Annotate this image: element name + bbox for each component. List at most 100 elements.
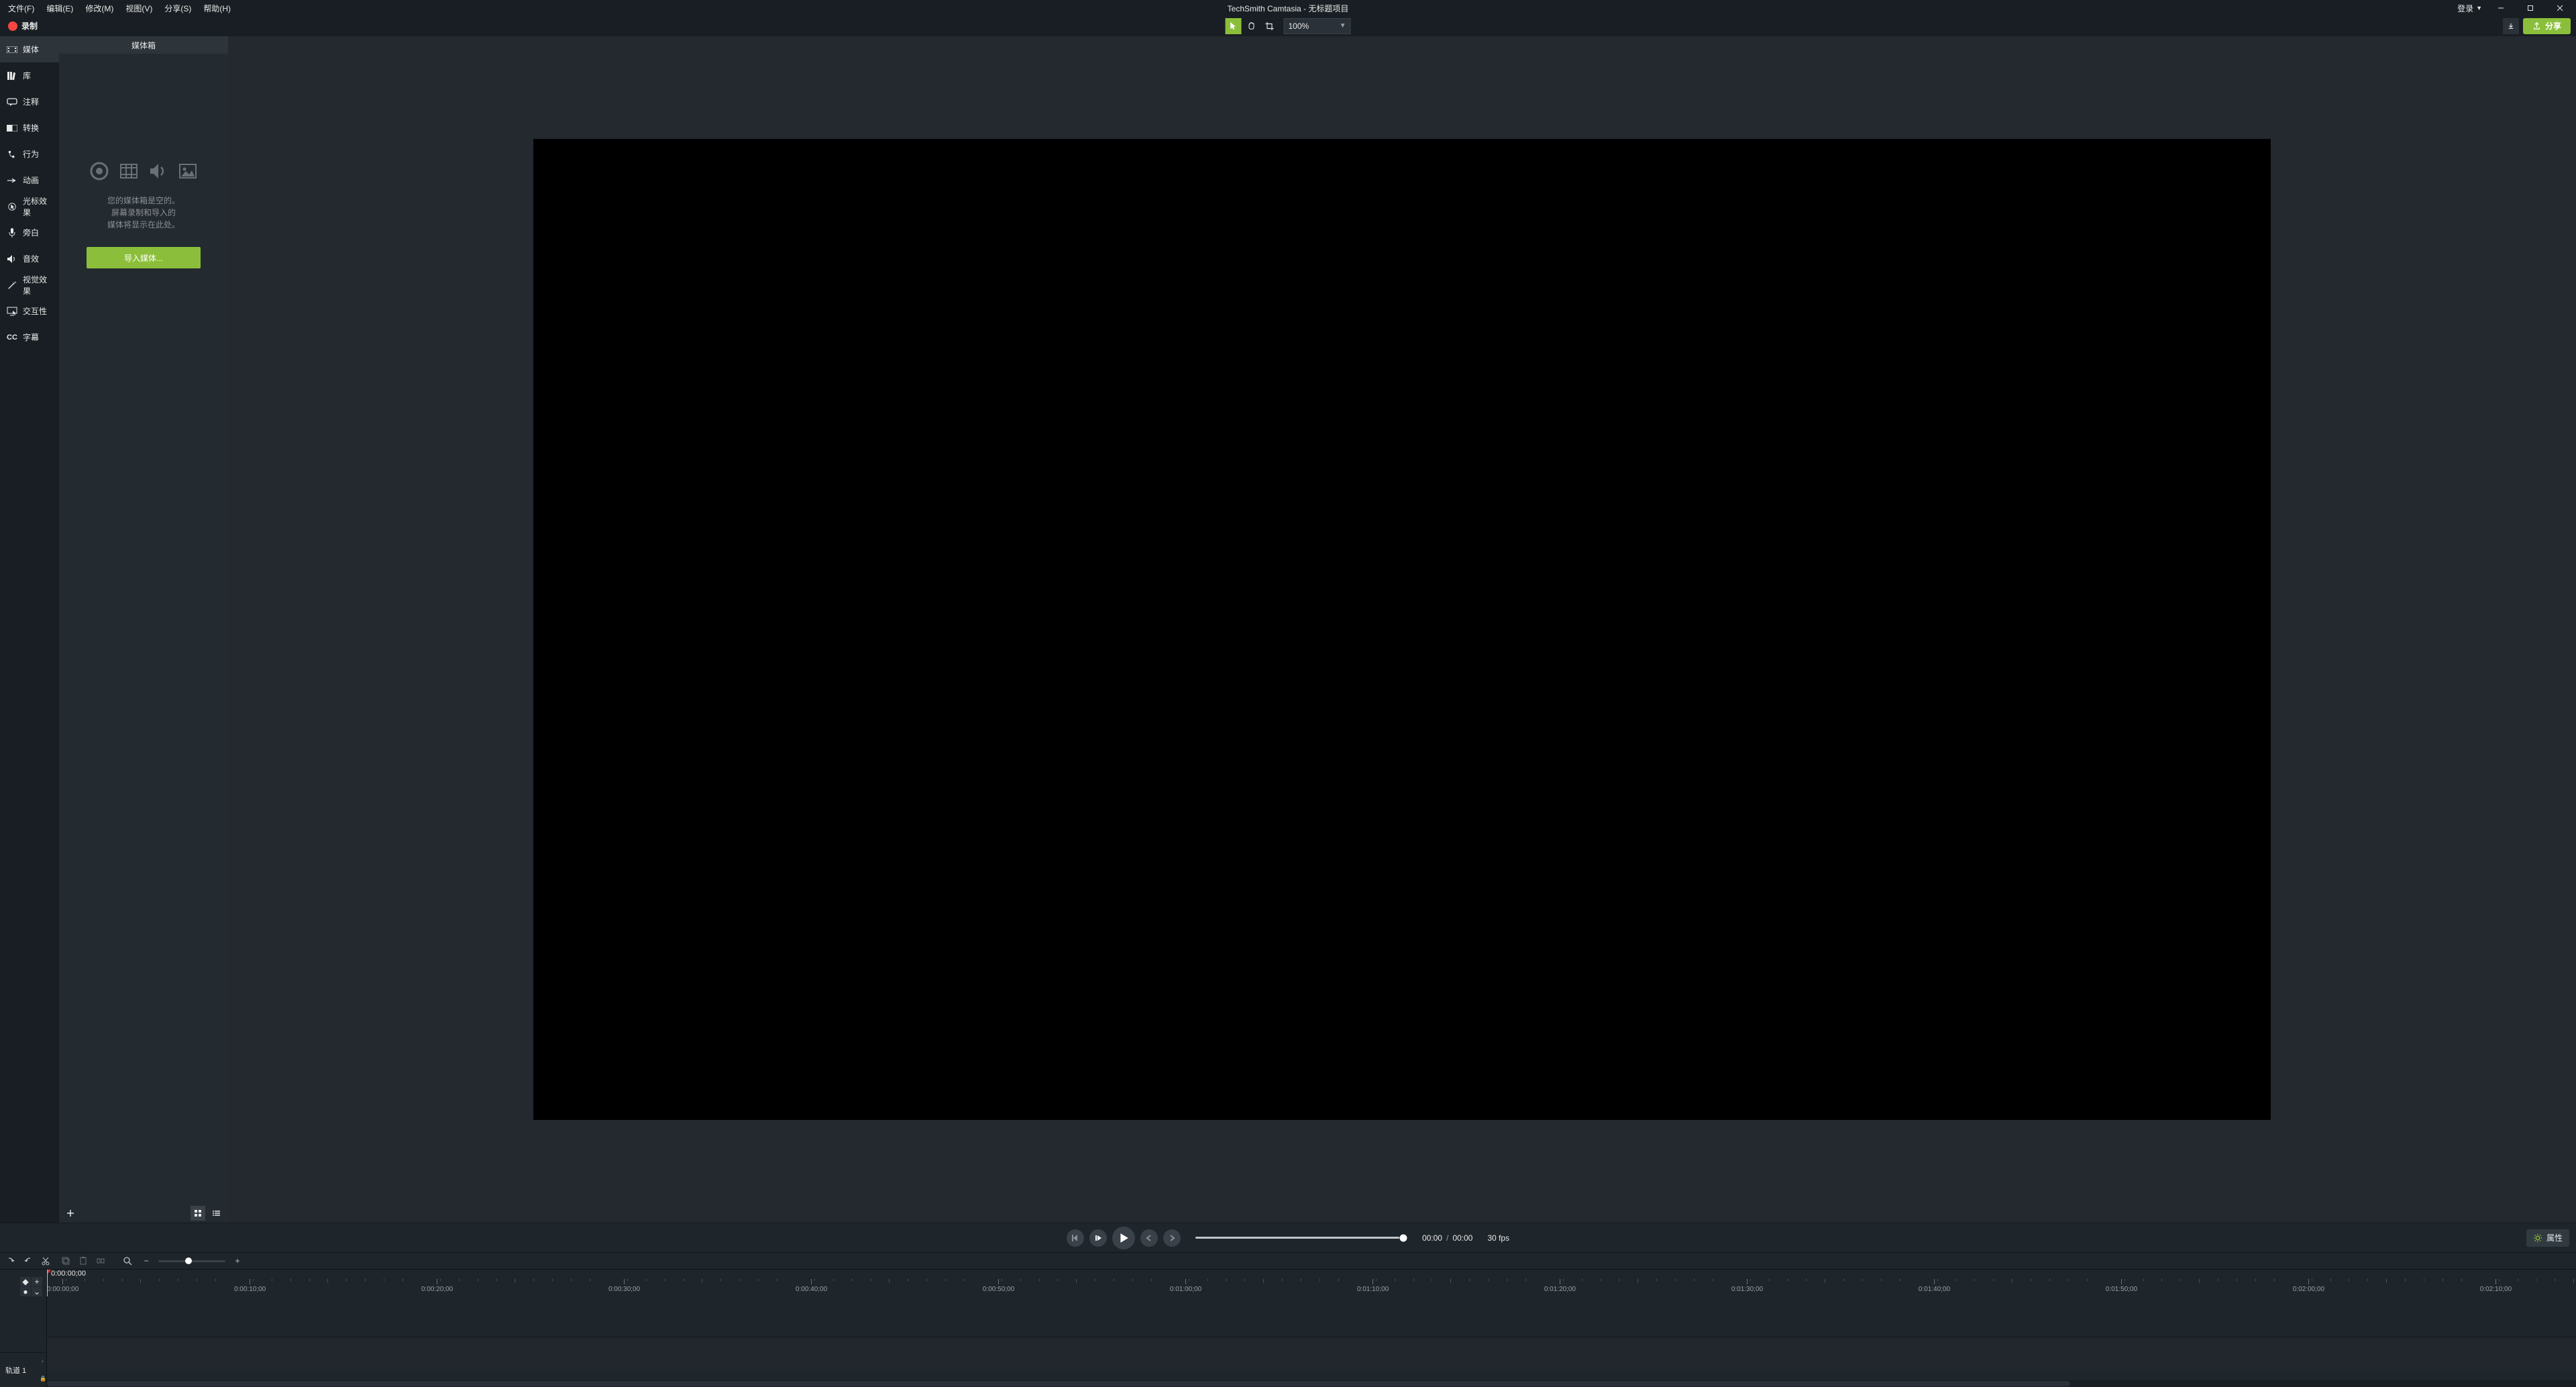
track-row[interactable]	[47, 1337, 2576, 1372]
interactivity-icon	[7, 306, 17, 317]
sidetab-label: 行为	[23, 148, 39, 160]
canvas-tool-pan[interactable]	[1244, 18, 1260, 34]
chevron-down-icon: ▼	[1340, 22, 1346, 30]
window-minimize-button[interactable]	[2490, 1, 2512, 15]
timeline-tick-label: 0:02:10;00	[2480, 1286, 2512, 1293]
timeline-tracks-area[interactable]: 0:00:00;00 0:00:00;000:00:10;000:00:20;0…	[47, 1270, 2576, 1387]
timeline-zoom-slider[interactable]	[158, 1260, 225, 1262]
menu-modify[interactable]: 修改(M)	[83, 1, 116, 15]
playhead-time: 0:00:00;00	[51, 1270, 86, 1278]
playback-fps: 30 fps	[1487, 1233, 1509, 1243]
gear-icon	[2533, 1233, 2542, 1243]
timeline-zoom-knob[interactable]	[185, 1257, 192, 1264]
timeline-hscrollbar[interactable]	[47, 1380, 2576, 1387]
timeline-split-button[interactable]	[94, 1254, 107, 1268]
image-icon	[178, 161, 198, 181]
sidetab-label: 库	[23, 70, 31, 81]
sidetab-interactivity[interactable]: 交互性	[0, 298, 59, 324]
window-close-button[interactable]	[2549, 1, 2571, 15]
timeline-collapse-button[interactable]: ⌄	[32, 1287, 42, 1296]
timeline-tick: 0:00:40;00	[796, 1279, 827, 1296]
timeline-zoom-in-button[interactable]: +	[231, 1254, 244, 1268]
canvas-zoom-value: 100%	[1289, 21, 1309, 31]
menu-help[interactable]: 帮助(H)	[201, 1, 233, 15]
share-button[interactable]: 分享	[2523, 18, 2571, 34]
playback-timecode: 00:00 / 00:00 30 fps	[1422, 1233, 1509, 1243]
timeline-tick: 0:00:20;00	[421, 1279, 453, 1296]
top-toolbar: 录制 100% ▼ 分享	[0, 16, 2576, 36]
playback-slider[interactable]	[1195, 1237, 1403, 1239]
canvas-zoom-select[interactable]: 100% ▼	[1284, 18, 1351, 34]
signin-dropdown[interactable]: 登录 ▼	[2457, 3, 2482, 14]
timeline-copy-button[interactable]	[59, 1254, 72, 1268]
timeline-tick: 0:00:30;00	[608, 1279, 640, 1296]
media-view-list-button[interactable]	[209, 1206, 224, 1221]
app-title: TechSmith Camtasia - 无标题项目	[1228, 3, 1349, 14]
record-icon	[8, 21, 17, 31]
timeline-tick: 0:01:10;00	[1357, 1279, 1389, 1296]
timeline-paste-button[interactable]	[76, 1254, 90, 1268]
track-visibility-icon[interactable]: ◐	[42, 1358, 45, 1364]
playback-play-button[interactable]	[1112, 1227, 1135, 1249]
sidetab-transitions[interactable]: 转换	[0, 115, 59, 141]
canvas-options-button[interactable]	[2503, 18, 2519, 34]
sidetab-visual-effects[interactable]: 视觉效果	[0, 272, 59, 298]
menu-file[interactable]: 文件(F)	[5, 1, 37, 15]
timeline-cut-button[interactable]	[39, 1254, 52, 1268]
sidetab-label: 视觉效果	[23, 274, 52, 297]
menu-view[interactable]: 视图(V)	[123, 1, 155, 15]
sidetab-cursor-effects[interactable]: 光标效果	[0, 193, 59, 219]
properties-button[interactable]: 属性	[2526, 1229, 2569, 1247]
signin-label: 登录	[2457, 3, 2473, 14]
sidetab-media[interactable]: 媒体	[0, 36, 59, 62]
timeline-tick-label: 0:01:30;00	[1731, 1286, 1763, 1293]
canvas-tool-select[interactable]	[1226, 18, 1242, 34]
timeline-redo-button[interactable]	[21, 1254, 35, 1268]
timeline-quiz-button[interactable]: ●	[20, 1287, 31, 1296]
playback-prev-frame-button[interactable]	[1067, 1229, 1084, 1247]
sidetab-behaviors[interactable]: 行为	[0, 141, 59, 167]
media-add-button[interactable]	[63, 1206, 78, 1221]
sidetab-captions[interactable]: CC 字幕	[0, 324, 59, 350]
timeline-zoom-out-button[interactable]: −	[140, 1254, 153, 1268]
sidetab-library[interactable]: 库	[0, 62, 59, 89]
sidetab-label: 字幕	[23, 331, 39, 343]
menu-share[interactable]: 分享(S)	[162, 1, 194, 15]
sidetab-label: 媒体	[23, 44, 39, 55]
record-label: 录制	[21, 20, 38, 32]
canvas-tool-crop[interactable]	[1262, 18, 1278, 34]
timeline-tick: 0:02:00;00	[2293, 1279, 2324, 1296]
timeline-ruler[interactable]: 0:00:00;00 0:00:00;000:00:10;000:00:20;0…	[47, 1270, 2576, 1296]
canvas-area[interactable]	[228, 36, 2576, 1223]
track-header[interactable]: 轨道 1 ◐ 🔒	[0, 1352, 46, 1387]
menu-edit[interactable]: 编辑(E)	[44, 1, 76, 15]
canvas[interactable]	[533, 139, 2271, 1119]
timeline-marker-button[interactable]: ◆	[20, 1277, 31, 1286]
timeline-zoom-fit-button[interactable]	[121, 1254, 134, 1268]
timeline-tick: 0:01:40;00	[1919, 1279, 1950, 1296]
sidetab-label: 光标效果	[23, 195, 52, 218]
import-media-button[interactable]: 导入媒体...	[87, 247, 201, 268]
timeline-add-track-button[interactable]: +	[32, 1277, 42, 1286]
sidetab-narration[interactable]: 旁白	[0, 219, 59, 246]
track-lock-icon[interactable]: 🔒	[40, 1376, 46, 1382]
timeline-tick-label: 0:00:50;00	[983, 1286, 1014, 1293]
timeline-tick-label: 0:01:40;00	[1919, 1286, 1950, 1293]
side-tab-strip: 媒体 库 注释 转换 行为 动画	[0, 36, 59, 1223]
timeline-tick-label: 0:00:10;00	[234, 1286, 266, 1293]
playback-slider-knob[interactable]	[1399, 1234, 1407, 1241]
media-icon	[7, 44, 17, 55]
record-button[interactable]: 录制	[0, 16, 46, 36]
window-maximize-button[interactable]	[2520, 1, 2541, 15]
timeline-tick: 0:00:50;00	[983, 1279, 1014, 1296]
playback-step-back-button[interactable]	[1089, 1229, 1107, 1247]
sidetab-annotations[interactable]: 注释	[0, 89, 59, 115]
sidetab-audio-effects[interactable]: 音效	[0, 246, 59, 272]
media-view-grid-button[interactable]	[191, 1206, 205, 1221]
timeline-tick-label: 0:00:30;00	[608, 1286, 640, 1293]
sidetab-animations[interactable]: 动画	[0, 167, 59, 193]
behaviors-icon	[7, 149, 17, 160]
playback-step-forward-button[interactable]	[1140, 1229, 1158, 1247]
timeline-undo-button[interactable]	[4, 1254, 17, 1268]
playback-next-frame-button[interactable]	[1163, 1229, 1181, 1247]
